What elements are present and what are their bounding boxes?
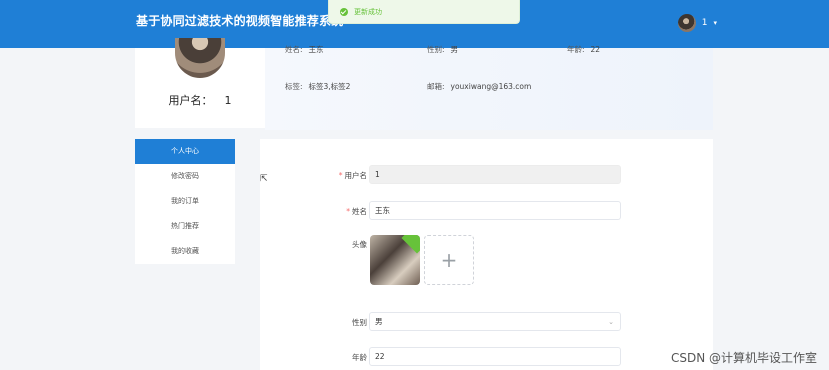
username-field-label: * 用户名 [338, 171, 367, 180]
user-menu[interactable]: 1 ▾ [677, 12, 717, 34]
sidebar-menu: 个人中心 修改密码 我的订单 热门推荐 我的收藏 [135, 139, 235, 264]
profile-avatar [175, 38, 225, 78]
plus-icon: + [440, 248, 458, 272]
user-avatar[interactable] [677, 14, 696, 32]
info-email-value: youxiwang@163.com [450, 82, 532, 91]
age-input[interactable]: 22 [369, 347, 621, 366]
info-gender: 性别: 男 [427, 44, 458, 55]
info-name: 姓名: 王东 [285, 44, 324, 55]
info-age: 年龄: 22 [567, 44, 600, 55]
sidebar-item-my-favorites[interactable]: 我的收藏 [135, 239, 235, 264]
profile-info-panel: 姓名: 王东 性别: 男 年龄: 22 标签: 标签3,标签2 邮箱: youxiwang… [265, 45, 713, 130]
sidebar-item-change-password[interactable]: 修改密码 [135, 164, 235, 189]
upload-success-icon [401, 235, 420, 254]
sidebar-item-hot-recommend[interactable]: 热门推荐 [135, 214, 235, 239]
watermark: CSDN @计算机毕设工作室 [670, 351, 817, 365]
age-field-label: 年龄 [352, 353, 367, 362]
info-age-value: 22 [590, 45, 601, 54]
uploaded-avatar-thumbnail[interactable] [370, 235, 420, 285]
app-title: 基于协同过滤技术的视频智能推荐系统 [136, 14, 344, 28]
info-gender-value: 男 [450, 45, 459, 54]
username-input[interactable]: 1 [369, 165, 621, 184]
gender-field-label: 性别 [352, 318, 367, 327]
upload-add-button[interactable]: + [424, 235, 474, 285]
avatar-field-label: 头像 [352, 240, 367, 249]
info-gender-label: 性别: [427, 45, 445, 54]
info-tags-label: 标签: [285, 82, 303, 91]
sidebar-item-my-orders[interactable]: 我的订单 [135, 189, 235, 214]
success-toast: 更新成功 [328, 0, 520, 24]
info-email: 邮箱: youxiwang@163.com [427, 81, 531, 92]
info-email-label: 邮箱: [427, 82, 445, 91]
name-field-label: * 姓名 [346, 207, 367, 216]
name-input[interactable]: 王东 [369, 201, 621, 220]
profile-username: 用户名： 1 [135, 92, 265, 108]
username-value: 1 [224, 94, 232, 107]
info-name-value: 王东 [308, 45, 324, 54]
chevron-down-icon[interactable]: ▾ [713, 19, 717, 27]
info-age-label: 年龄: [567, 45, 585, 54]
info-name-label: 姓名: [285, 45, 303, 54]
profile-form: * 用户名 1 * 姓名 王东 头像 + 性别 男 ⌄ 年龄 22 [260, 139, 713, 370]
gender-select[interactable]: 男 ⌄ [369, 312, 621, 331]
chevron-down-icon: ⌄ [608, 318, 614, 326]
user-menu-name[interactable]: 1 [702, 18, 708, 28]
info-tags: 标签: 标签3,标签2 [285, 81, 350, 92]
sidebar-item-personal-center[interactable]: 个人中心 [135, 139, 235, 164]
info-tags-value: 标签3,标签2 [308, 82, 351, 91]
toast-message: 更新成功 [354, 7, 382, 16]
username-label: 用户名： [168, 94, 213, 107]
check-circle-icon [340, 7, 348, 16]
profile-card: 用户名： 1 [135, 38, 265, 128]
gender-select-value: 男 [375, 317, 383, 326]
mouse-cursor-icon: ⇱ [260, 174, 268, 184]
